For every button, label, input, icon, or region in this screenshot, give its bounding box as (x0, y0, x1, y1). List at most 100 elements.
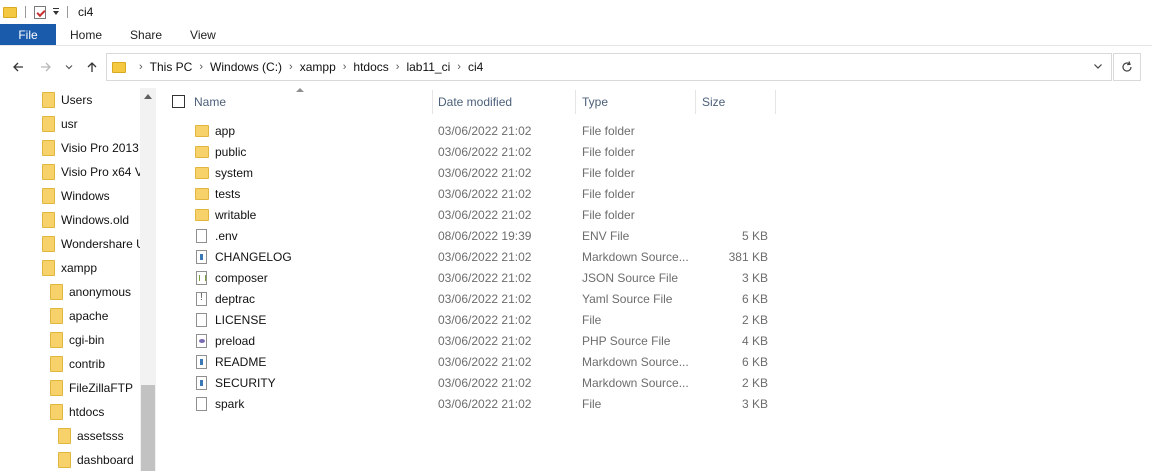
table-row[interactable]: system 03/06/2022 21:02 File folder (160, 162, 940, 183)
column-header-date[interactable]: Date modified (438, 90, 576, 114)
customize-toolbar-icon[interactable] (53, 8, 59, 15)
chevron-right-icon[interactable]: › (289, 61, 293, 73)
table-row[interactable]: README 03/06/2022 21:02 Markdown Source.… (160, 351, 940, 372)
file-name: system (215, 165, 254, 180)
folder-icon (42, 212, 55, 228)
table-row[interactable]: public 03/06/2022 21:02 File folder (160, 141, 940, 162)
table-row[interactable]: LICENSE 03/06/2022 21:02 File 2 KB (160, 309, 940, 330)
recent-locations-button[interactable] (62, 58, 76, 76)
chevron-down-icon (65, 65, 73, 70)
folder-icon (42, 140, 55, 156)
sidebar-item-wondershare[interactable]: Wondershare U (42, 232, 145, 256)
column-divider[interactable] (432, 90, 433, 114)
tab-home[interactable]: Home (56, 24, 116, 45)
file-type: File (582, 312, 602, 327)
table-row[interactable]: composer 03/06/2022 21:02 JSON Source Fi… (160, 267, 940, 288)
file-name: spark (215, 396, 245, 411)
select-all-checkbox[interactable] (172, 95, 185, 108)
column-divider[interactable] (775, 90, 776, 114)
sidebar-item-cgi-bin[interactable]: cgi-bin (50, 328, 104, 352)
sidebar-item-windows[interactable]: Windows (42, 184, 110, 208)
date-modified: 03/06/2022 21:02 (438, 375, 532, 390)
back-button[interactable] (9, 58, 27, 76)
table-row[interactable]: tests 03/06/2022 21:02 File folder (160, 183, 940, 204)
sidebar-item-label: dashboard (77, 453, 134, 467)
yaml-file-icon (196, 291, 207, 306)
address-dropdown-button[interactable] (1091, 60, 1105, 74)
tab-file[interactable]: File (0, 24, 56, 45)
sidebar-item-dashboard[interactable]: dashboard (58, 448, 134, 471)
column-header-name[interactable]: Name (194, 90, 432, 114)
folder-icon[interactable] (3, 6, 17, 18)
sidebar-item-apache[interactable]: apache (50, 304, 108, 328)
address-bar[interactable]: › This PC › Windows (C:) › xampp › htdoc… (106, 53, 1112, 81)
json-file-icon (196, 270, 207, 285)
column-header-type[interactable]: Type (582, 90, 694, 114)
chevron-right-icon[interactable]: › (457, 61, 461, 73)
sidebar-item-label: Wondershare U (61, 237, 145, 251)
chevron-right-icon[interactable]: › (343, 61, 347, 73)
scrollbar-thumb[interactable] (141, 385, 155, 471)
sidebar-item-label: contrib (69, 357, 106, 371)
file-name: deptrac (215, 291, 256, 306)
file-size (696, 204, 768, 225)
breadcrumb-this-pc[interactable]: This PC (150, 60, 193, 74)
sidebar-item-label: Windows (61, 189, 110, 203)
tab-view[interactable]: View (176, 24, 230, 45)
table-row[interactable]: CHANGELOG 03/06/2022 21:02 Markdown Sour… (160, 246, 940, 267)
breadcrumb-windows-c[interactable]: Windows (C:) (210, 60, 282, 74)
sidebar-item-label: FileZillaFTP (69, 381, 134, 395)
column-header-size[interactable]: Size (702, 90, 774, 114)
forward-button[interactable] (37, 58, 55, 76)
sidebar-item-xampp[interactable]: xampp (42, 256, 97, 280)
column-divider[interactable] (695, 90, 696, 114)
table-row[interactable]: .env 08/06/2022 19:39 ENV File 5 KB (160, 225, 940, 246)
chevron-right-icon[interactable]: › (139, 61, 143, 73)
table-row[interactable]: deptrac 03/06/2022 21:02 Yaml Source Fil… (160, 288, 940, 309)
chevron-right-icon[interactable]: › (396, 61, 400, 73)
sidebar-item-assetsss[interactable]: assetsss (58, 424, 124, 448)
folder-icon (42, 260, 55, 276)
refresh-button[interactable] (1113, 53, 1141, 81)
table-row[interactable]: spark 03/06/2022 21:02 File 3 KB (160, 393, 940, 414)
scroll-up-icon[interactable] (144, 94, 152, 99)
file-icon (196, 312, 207, 327)
file-type: File folder (582, 123, 635, 138)
folder-icon (112, 61, 126, 73)
file-name: public (215, 144, 247, 159)
file-size: 381 KB (728, 249, 768, 264)
sidebar-item-contrib[interactable]: contrib (50, 352, 105, 376)
properties-icon[interactable] (34, 5, 46, 19)
sidebar-item-visio-pro-2013[interactable]: Visio Pro 2013 x (42, 136, 148, 160)
file-size: 4 KB (741, 333, 768, 348)
table-row[interactable]: preload 03/06/2022 21:02 PHP Source File… (160, 330, 940, 351)
file-type: Markdown Source... (582, 375, 689, 390)
sidebar-item-label: cgi-bin (69, 333, 105, 347)
breadcrumb-htdocs[interactable]: htdocs (353, 60, 388, 74)
chevron-right-icon[interactable]: › (199, 61, 203, 73)
file-name: preload (215, 333, 256, 348)
sidebar-item-visio-pro-x64[interactable]: Visio Pro x64 V (42, 160, 143, 184)
table-row[interactable]: app 03/06/2022 21:02 File folder (160, 120, 940, 141)
column-divider[interactable] (575, 90, 576, 114)
breadcrumb-xampp[interactable]: xampp (300, 60, 336, 74)
sidebar-item-anonymous[interactable]: anonymous (50, 280, 131, 304)
table-row[interactable]: writable 03/06/2022 21:02 File folder (160, 204, 940, 225)
date-modified: 03/06/2022 21:02 (438, 165, 532, 180)
file-type: File folder (582, 207, 635, 222)
date-modified: 03/06/2022 21:02 (438, 396, 532, 411)
breadcrumb-lab11-ci[interactable]: lab11_ci (406, 60, 450, 74)
file-size: 6 KB (741, 291, 768, 306)
breadcrumb-ci4[interactable]: ci4 (468, 60, 483, 74)
sidebar-item-windows-old[interactable]: Windows.old (42, 208, 129, 232)
table-row[interactable]: SECURITY 03/06/2022 21:02 Markdown Sourc… (160, 372, 940, 393)
date-modified: 03/06/2022 21:02 (438, 186, 532, 201)
sidebar-item-usr[interactable]: usr (42, 112, 78, 136)
file-name: LICENSE (215, 312, 267, 327)
up-button[interactable] (83, 58, 101, 76)
sidebar-item-htdocs[interactable]: htdocs (50, 400, 104, 424)
tab-share[interactable]: Share (116, 24, 176, 45)
folder-icon (50, 380, 63, 396)
sidebar-item-users[interactable]: Users (42, 88, 92, 112)
sidebar-item-filezillaftp[interactable]: FileZillaFTP (50, 376, 133, 400)
